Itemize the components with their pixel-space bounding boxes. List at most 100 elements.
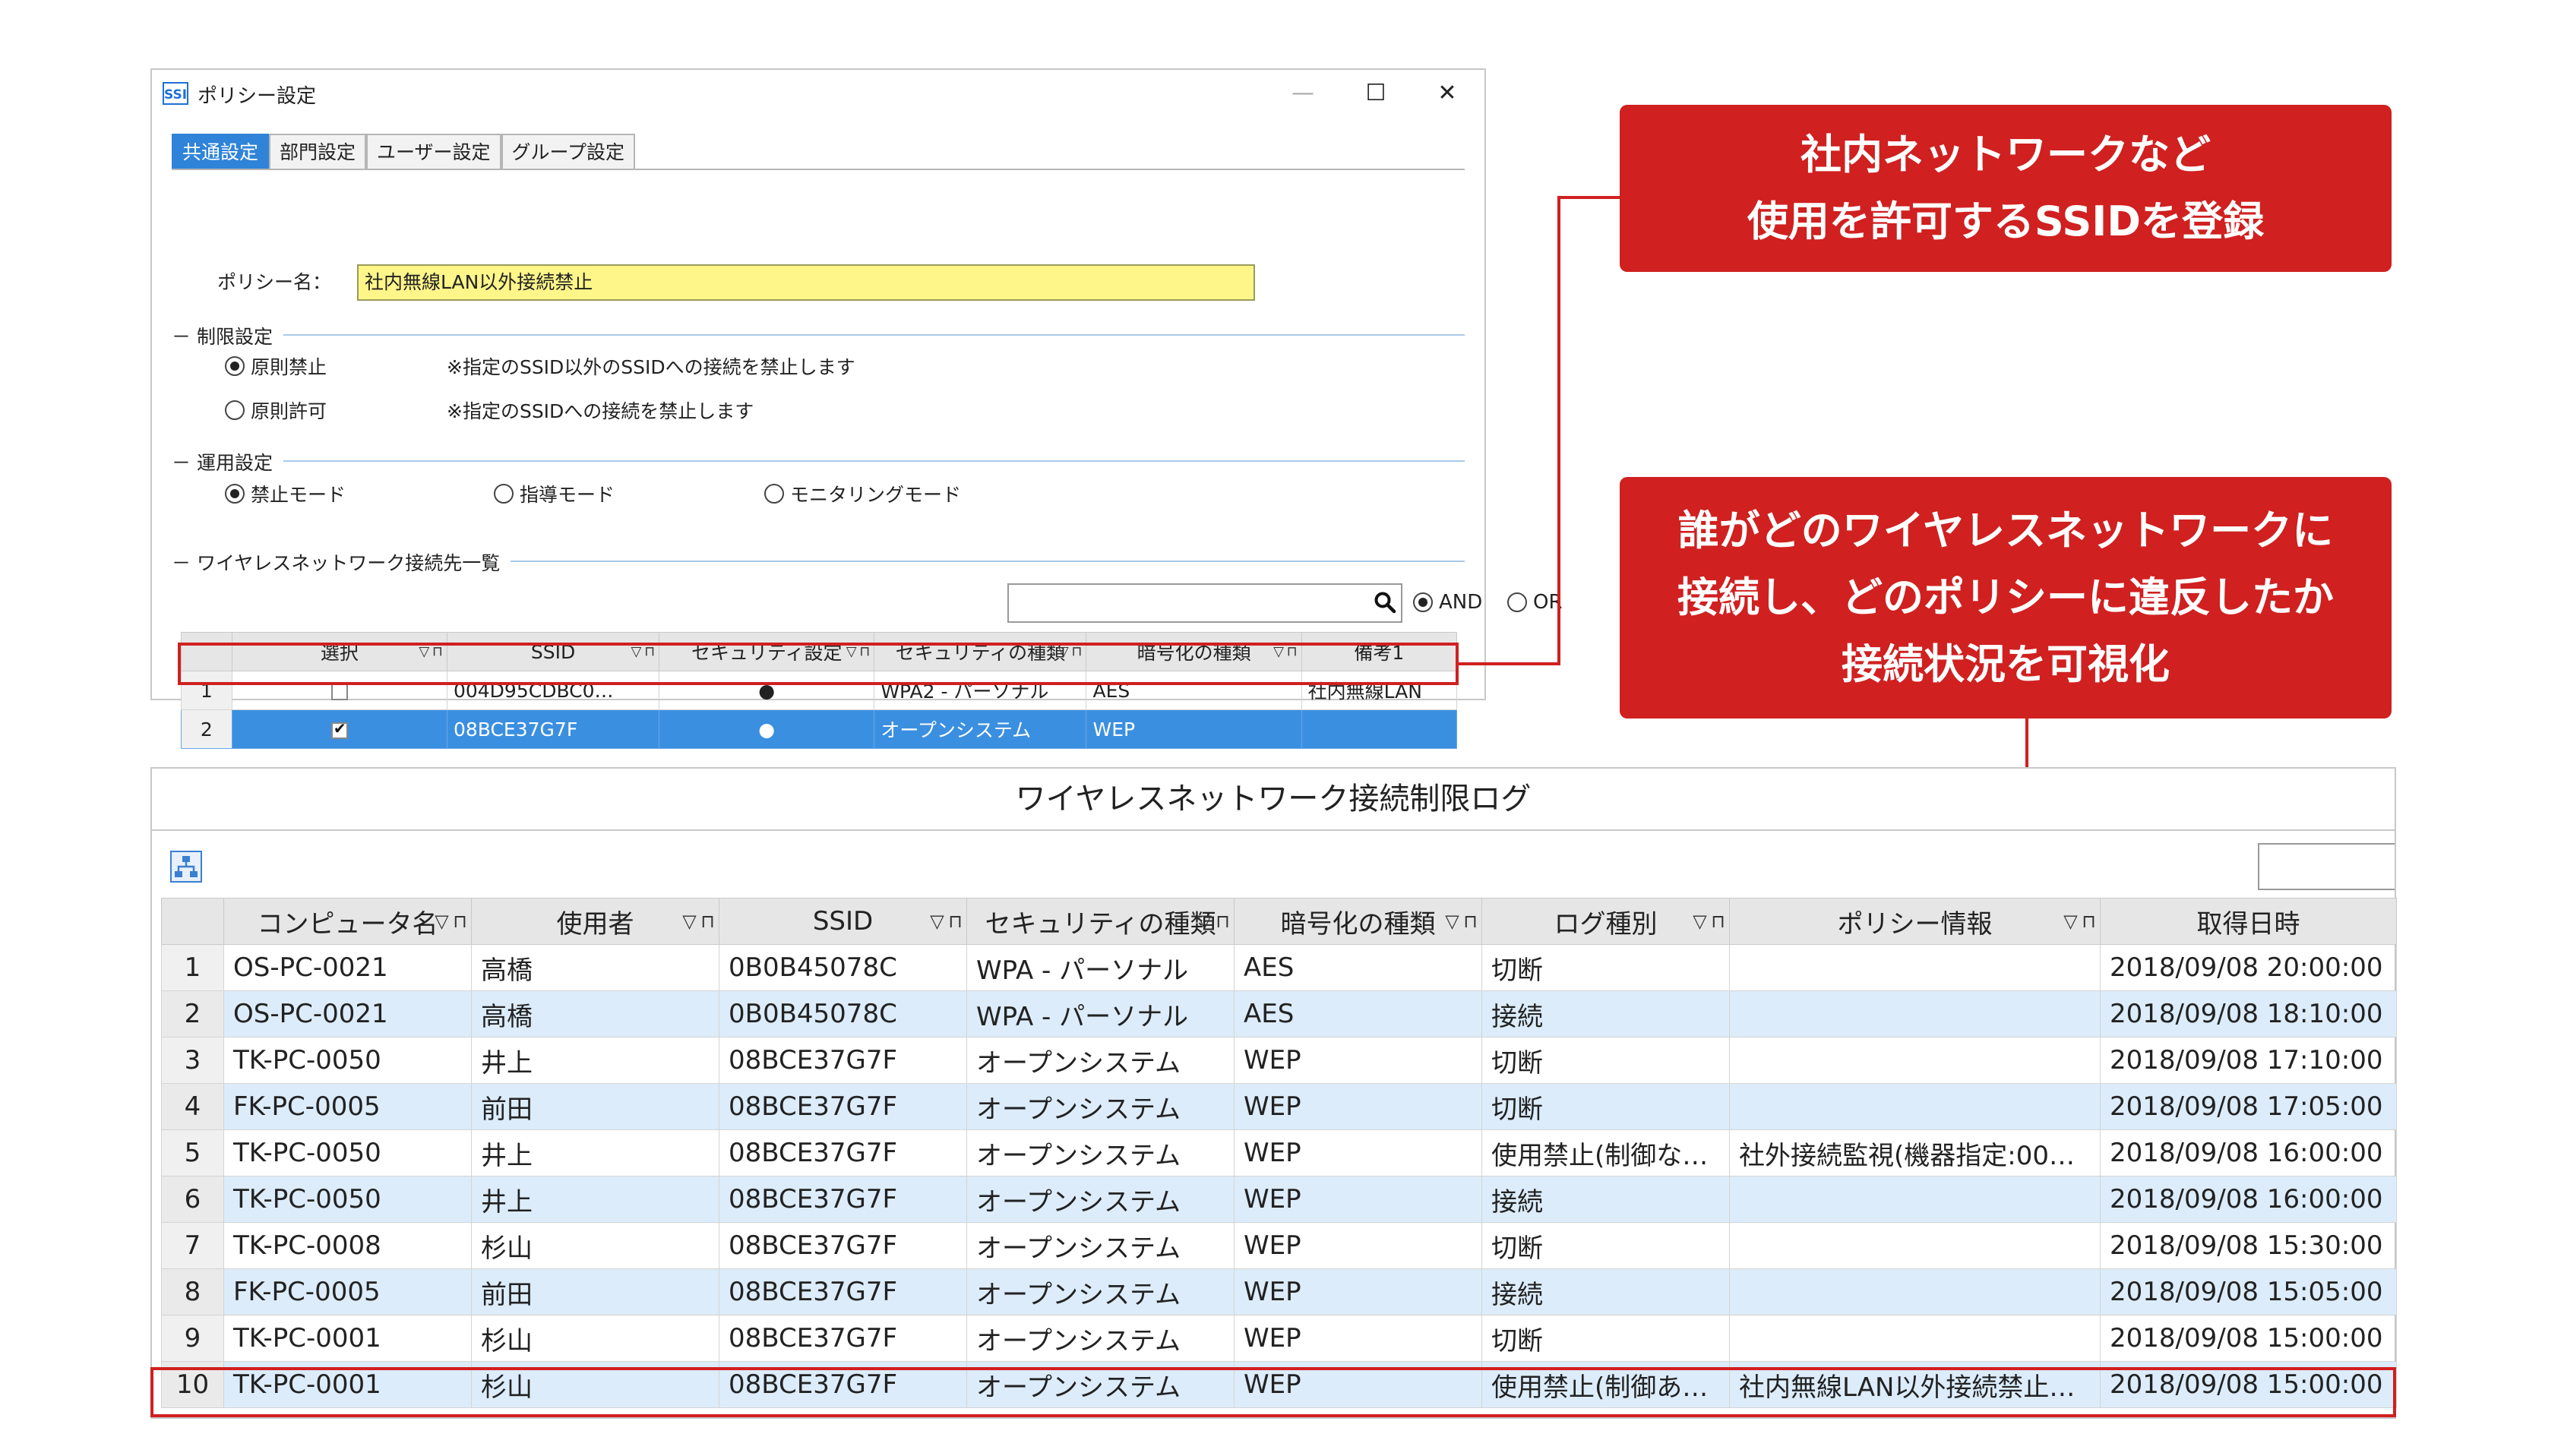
radio-label: AND: [1439, 591, 1483, 614]
row-number: 9: [161, 1315, 224, 1362]
encryption-type-cell: WEP: [1234, 1037, 1482, 1084]
filter-pin-icon[interactable]: ▽ ⊓: [2063, 911, 2096, 932]
policy-info-cell: [1729, 990, 2101, 1038]
table-row[interactable]: 9 TK-PC-0001 杉山 08BCE37G7F オープンシステム WEP 切断 2018…: [161, 1315, 2397, 1362]
restriction-section-title: － 制限設定: [172, 322, 283, 349]
callout-line: 社内ネットワークなど: [1800, 130, 2211, 178]
row-checkbox[interactable]: [330, 683, 348, 700]
user-cell: 前田: [471, 1268, 719, 1315]
ssid-cell: 08BCE37G7F: [719, 1083, 967, 1130]
encryption-type-cell: AES: [1234, 944, 1482, 991]
security-type-cell: オープンシステム: [966, 1129, 1235, 1176]
filter-pin-icon[interactable]: ▽ ⊓: [435, 911, 467, 932]
radio-or[interactable]: OR: [1507, 591, 1563, 614]
table-row[interactable]: 6 TK-PC-0050 井上 08BCE37G7F オープンシステム WEP 接続 2018…: [161, 1176, 2397, 1223]
row-number-header: [161, 898, 224, 945]
search-icon[interactable]: [1374, 591, 1396, 614]
acquired-at-cell: 2018/09/08 15:05:00: [2100, 1268, 2397, 1315]
table-row[interactable]: 2 OS-PC-0021 高橋 0B0B45078C WPA - パーソナル AES 接続 2…: [161, 990, 2397, 1038]
user-cell: 高橋: [471, 944, 719, 991]
connector-line: [1459, 662, 1560, 665]
maximize-button[interactable]: ☐: [1342, 74, 1410, 112]
filter-pin-icon[interactable]: ▽ ⊓: [682, 911, 715, 932]
ssid-cell: 08BCE37G7F: [446, 709, 660, 749]
connector-line: [1557, 196, 1560, 665]
log-search-input[interactable]: [2258, 843, 2395, 890]
column-header-encryption-type[interactable]: 暗号化の種類 ▽ ⊓: [1234, 898, 1482, 945]
filter-pin-icon[interactable]: ▽ ⊓: [1197, 911, 1230, 932]
select-cell[interactable]: [231, 709, 447, 749]
security-type-cell: オープンシステム: [966, 1083, 1235, 1130]
column-header-acquired-at[interactable]: 取得日時: [2100, 898, 2397, 945]
radio-default-allow[interactable]: 原則許可: [225, 396, 327, 424]
column-header-security-type[interactable]: セキュリティの種類 ▽ ⊓: [966, 898, 1235, 945]
security-type-cell: オープンシステム: [966, 1176, 1235, 1223]
wireless-log-panel: ワイヤレスネットワーク接続制限ログ コンピュータ名 ▽ ⊓ 使用者 ▽ ⊓ SSID…: [150, 767, 2397, 1419]
log-type-cell: 切断: [1481, 944, 1730, 991]
radio-guidance-mode[interactable]: 指導モード: [494, 480, 615, 507]
table-row[interactable]: 3 TK-PC-0050 井上 08BCE37G7F オープンシステム WEP 切断 2018…: [161, 1037, 2397, 1084]
table-row-selected[interactable]: 2 08BCE37G7F ● オープンシステム WEP: [181, 709, 1458, 749]
policy-info-cell: [1729, 1222, 2101, 1269]
table-row[interactable]: 4 FK-PC-0005 前田 08BCE37G7F オープンシステム WEP 切断 2018…: [161, 1083, 2397, 1130]
row-number: 2: [161, 990, 224, 1038]
user-cell: 井上: [471, 1129, 719, 1176]
column-header-ssid[interactable]: SSID ▽ ⊓: [719, 898, 967, 945]
radio-block-mode[interactable]: 禁止モード: [225, 480, 346, 507]
log-type-cell: 切断: [1481, 1037, 1730, 1084]
policy-info-cell: 社外接続監視(機器指定:00…: [1729, 1129, 2101, 1176]
radio-and[interactable]: AND: [1413, 591, 1482, 614]
filter-pin-icon[interactable]: ▽ ⊓: [1445, 911, 1478, 932]
default-allow-note: ※指定のSSIDへの接続を禁止します: [447, 400, 754, 422]
column-header-user[interactable]: 使用者 ▽ ⊓: [471, 898, 719, 945]
tab-group-settings[interactable]: グループ設定: [501, 134, 636, 170]
computer-name-cell: TK-PC-0001: [223, 1315, 472, 1362]
note-cell: [1301, 709, 1458, 749]
wireless-search-input[interactable]: [1007, 583, 1402, 623]
radio-default-deny[interactable]: 原則禁止: [225, 352, 327, 380]
radio-monitoring-mode[interactable]: モニタリングモード: [764, 480, 961, 507]
tab-department-settings[interactable]: 部門設定: [269, 134, 367, 170]
default-deny-note: ※指定のSSID以外のSSIDへの接続を禁止します: [447, 356, 855, 378]
table-row[interactable]: 8 FK-PC-0005 前田 08BCE37G7F オープンシステム WEP 接続 2018…: [161, 1268, 2397, 1315]
policy-name-input[interactable]: 社内無線LAN以外接続禁止: [357, 264, 1255, 301]
radio-indicator: [225, 356, 245, 376]
connector-line: [1557, 196, 1621, 199]
tab-user-settings[interactable]: ユーザー設定: [366, 134, 501, 170]
computer-name-cell: OS-PC-0021: [223, 944, 472, 991]
policy-settings-window: SSI ポリシー設定 — ☐ ✕ 共通設定 部門設定 ユーザー設定 グループ設定…: [150, 68, 1563, 749]
acquired-at-cell: 2018/09/08 15:30:00: [2100, 1222, 2397, 1269]
computer-name-cell: TK-PC-0008: [223, 1222, 472, 1269]
row-checkbox-checked[interactable]: [330, 719, 348, 739]
policy-info-cell: [1729, 944, 2101, 991]
column-header-policy-info[interactable]: ポリシー情報 ▽ ⊓: [1729, 898, 2101, 945]
tab-bar: 共通設定 部門設定 ユーザー設定 グループ設定: [172, 134, 636, 170]
callout-line: 接続し、どのポリシーに違反したか: [1677, 573, 2334, 621]
acquired-at-cell: 2018/09/08 17:05:00: [2100, 1083, 2397, 1130]
security-type-cell: WPA - パーソナル: [966, 990, 1235, 1038]
network-tree-icon[interactable]: [170, 851, 202, 883]
radio-label: 指導モード: [520, 484, 615, 506]
window-titlebar[interactable]: SSI ポリシー設定 — ☐ ✕: [152, 70, 1484, 117]
table-row[interactable]: 7 TK-PC-0008 杉山 08BCE37G7F オープンシステム WEP 切断 2018…: [161, 1222, 2397, 1269]
table-row[interactable]: 1 OS-PC-0021 高橋 0B0B45078C WPA - パーソナル AES 切断 2…: [161, 944, 2397, 991]
radio-indicator: [225, 484, 245, 504]
ssid-cell: 08BCE37G7F: [719, 1222, 967, 1269]
row-number: 2: [181, 709, 232, 749]
callout-visualize-connections: 誰がどのワイヤレスネットワークに 接続し、どのポリシーに違反したか 接続状況を可…: [1620, 477, 2392, 719]
encryption-type-cell: AES: [1234, 990, 1482, 1038]
column-header-log-type[interactable]: ログ種別 ▽ ⊓: [1481, 898, 1730, 945]
section-divider: [172, 460, 1465, 462]
minimize-button[interactable]: —: [1269, 74, 1337, 112]
column-header-computer[interactable]: コンピュータ名 ▽ ⊓: [223, 898, 472, 945]
acquired-at-cell: 2018/09/08 16:00:00: [2100, 1176, 2397, 1223]
filter-pin-icon[interactable]: ▽ ⊓: [930, 911, 963, 932]
close-button[interactable]: ✕: [1413, 74, 1481, 112]
table-row[interactable]: 5 TK-PC-0050 井上 08BCE37G7F オープンシステム WEP 使用禁止(制…: [161, 1129, 2397, 1176]
computer-name-cell: TK-PC-0050: [223, 1176, 472, 1223]
tab-common-settings[interactable]: 共通設定: [172, 134, 270, 170]
radio-indicator: [494, 484, 514, 504]
filter-pin-icon[interactable]: ▽ ⊓: [1693, 911, 1725, 932]
ssid-cell: 08BCE37G7F: [719, 1268, 967, 1315]
policy-info-cell: [1729, 1083, 2101, 1130]
